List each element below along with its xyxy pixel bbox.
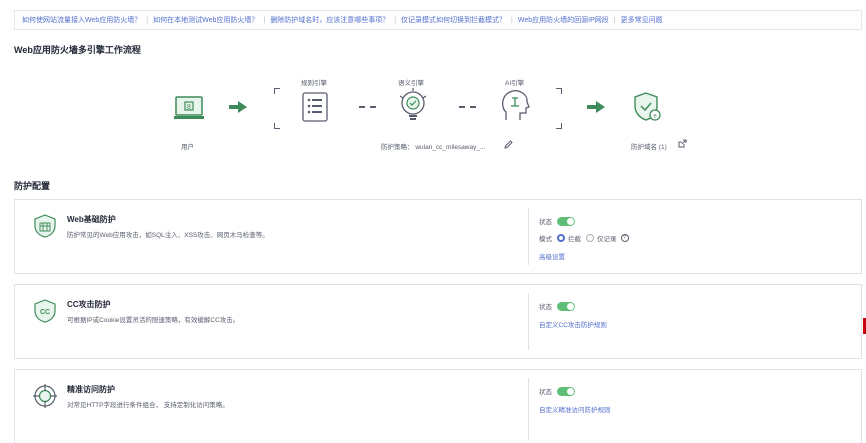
bracket-bottom-left [274, 123, 280, 129]
cc-icon-text: CC [40, 309, 50, 316]
arrow-right-icon [229, 101, 247, 113]
custom-precise-rules-link[interactable]: 自定义精准访问防护规则 [539, 404, 611, 414]
advanced-settings-link[interactable]: 高级设置 [539, 251, 565, 261]
user-monitor-icon: 8 [174, 96, 204, 119]
card-divider [528, 208, 529, 265]
custom-cc-rules-link[interactable]: 自定义CC攻击防护规则 [539, 319, 607, 329]
card-title: CC攻击防护 [67, 300, 111, 309]
crosshair-icon [33, 384, 57, 408]
card-description: 可根据IP或Cookie设置灵活的限速策略，有效缓解CC攻击。 [67, 317, 240, 324]
connector-dash [459, 106, 465, 108]
domain-shield-icon: e [634, 92, 661, 121]
status-label: 状态 [539, 389, 552, 396]
status-row: 状态 [539, 386, 575, 396]
user-label: 用户 [181, 144, 194, 151]
connector-dash [470, 106, 476, 108]
semantic-bulb-icon [399, 88, 427, 120]
help-icon[interactable]: ? [620, 234, 629, 242]
domain-count-label: 防护域名 (1) [631, 144, 667, 151]
bracket-bottom-right [556, 123, 562, 129]
arrow-right-icon [587, 101, 605, 113]
mode-row: 模式 拦截 仅记录 ? [539, 233, 629, 243]
mode-log-label: 仅记录 [597, 236, 617, 243]
rule-engine-label: 规则引擎 [301, 80, 327, 87]
card-description: 对常见HTTP字段进行条件组合， 支持定制化访问策略。 [67, 402, 229, 409]
cc-shield-icon: CC [34, 299, 56, 323]
mode-log-radio[interactable] [586, 234, 594, 242]
config-title: 防护配置 [14, 181, 51, 191]
connector-dash [359, 106, 365, 108]
status-toggle[interactable] [557, 216, 575, 226]
status-row: 状态 [539, 301, 575, 311]
card-divider [528, 293, 529, 350]
edit-pencil-icon[interactable] [504, 140, 513, 149]
status-label: 状态 [539, 304, 552, 311]
mode-block-label: 拦截 [568, 236, 581, 243]
policy-value: wulan_cc_milesaway_... [415, 144, 486, 151]
external-link-icon[interactable] [678, 139, 687, 148]
bracket-top-right [556, 88, 562, 94]
policy-label-text: 防护策略： [381, 144, 414, 151]
workflow-diagram: 8 用户 规则引擎 语义引擎 AI引擎 防护策略： wulan_cc_miles… [0, 0, 866, 170]
semantic-engine-label: 语义引擎 [398, 80, 424, 87]
svg-text:8: 8 [187, 104, 191, 111]
mode-block-radio[interactable] [557, 234, 565, 242]
precise-access-protection-card: 精准访问防护 对常见HTTP字段进行条件组合， 支持定制化访问策略。 状态 自定… [14, 369, 862, 443]
card-title: Web基础防护 [67, 215, 116, 224]
status-label: 状态 [539, 219, 552, 226]
web-basic-protection-card: Web基础防护 防护常见的Web应用攻击，如SQL注入、XSS攻击、网页木马检查… [14, 199, 862, 274]
status-row: 状态 [539, 216, 575, 226]
web-shield-icon [34, 214, 56, 238]
mode-label: 模式 [539, 236, 552, 243]
card-divider [528, 378, 529, 440]
card-description: 防护常见的Web应用攻击，如SQL注入、XSS攻击、网页木马检查等。 [67, 232, 269, 239]
status-toggle[interactable] [557, 301, 575, 311]
cc-attack-protection-card: CC CC攻击防护 可根据IP或Cookie设置灵活的限速策略，有效缓解CC攻击… [14, 284, 862, 359]
ai-head-icon [502, 90, 530, 120]
connector-dash [370, 106, 376, 108]
status-toggle[interactable] [557, 386, 575, 396]
bracket-top-left [274, 88, 280, 94]
policy-label: 防护策略： wulan_cc_milesaway_... [381, 141, 485, 151]
rule-list-icon [302, 92, 328, 122]
ai-engine-label: AI引擎 [505, 80, 525, 87]
card-title: 精准访问防护 [67, 385, 115, 394]
